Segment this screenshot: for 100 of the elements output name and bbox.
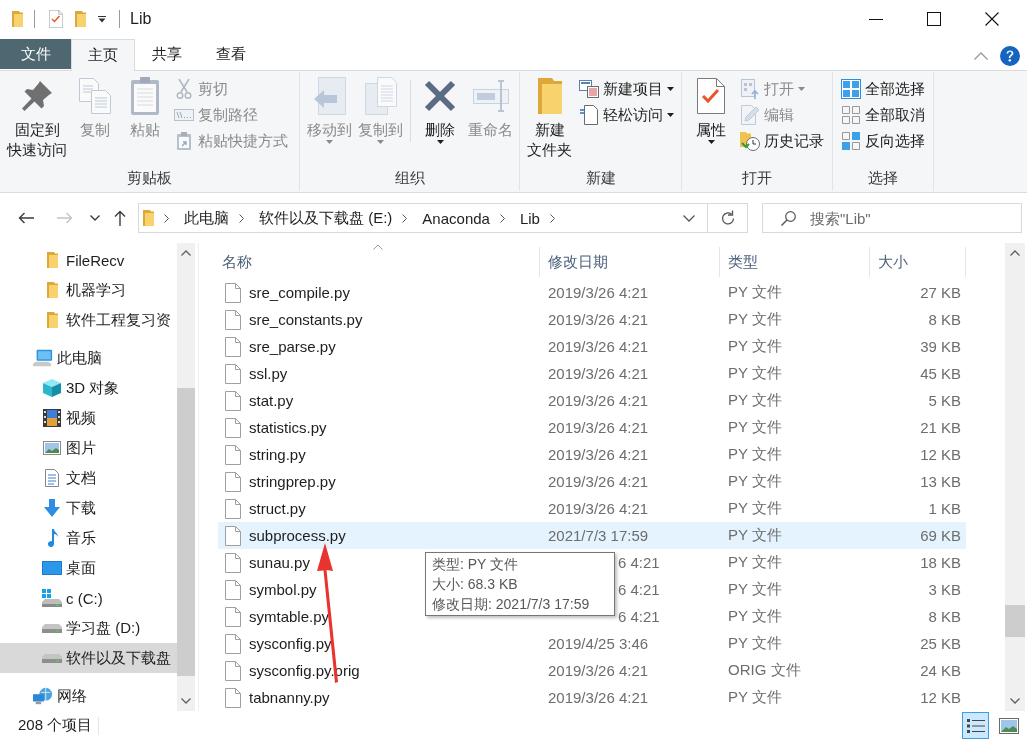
file-type: PY 文件 — [728, 472, 782, 491]
close-icon[interactable] — [985, 12, 999, 26]
ribbon-tab[interactable]: 文件 — [0, 39, 71, 69]
file-type: PY 文件 — [728, 391, 782, 410]
ribbon-button[interactable]: 固定到 快速访问 — [4, 72, 70, 160]
ribbon-tab[interactable]: 查看 — [199, 39, 263, 69]
chevron-right-icon[interactable] — [499, 213, 505, 223]
sidebar-item[interactable]: 软件工程复习资 — [0, 305, 177, 335]
file-size: 27 KB — [920, 284, 961, 301]
breadcrumb-item[interactable]: Lib — [519, 209, 540, 227]
column-header[interactable]: 名称 — [218, 247, 540, 277]
file-size: 8 KB — [928, 311, 961, 328]
chevron-up-icon[interactable] — [974, 52, 988, 60]
sidebar-item[interactable]: 网络 — [0, 681, 177, 711]
document-check-icon[interactable] — [49, 10, 63, 28]
scroll-down-icon[interactable] — [1010, 698, 1020, 704]
file-name: subprocess.py — [249, 527, 346, 544]
file-size: 3 KB — [928, 581, 961, 598]
ribbon-button[interactable]: 历史记录 — [736, 128, 828, 154]
column-header[interactable]: 类型 — [720, 247, 870, 277]
chevron-right-icon[interactable] — [164, 213, 169, 223]
help-icon[interactable] — [1000, 46, 1020, 66]
grid-mixed-icon — [841, 131, 861, 151]
file-type: PY 文件 — [728, 499, 782, 518]
file-name: stringprep.py — [249, 473, 336, 490]
ribbon-group-label: 组织 — [394, 169, 425, 188]
breadcrumb-item[interactable]: 软件以及下载盘 (E:) — [259, 208, 393, 228]
file-type: PY 文件 — [728, 688, 782, 707]
sidebar-item[interactable]: 桌面 — [0, 553, 177, 583]
chevron-right-icon[interactable] — [239, 213, 244, 223]
tooltip-line: 类型: PY 文件 — [432, 555, 519, 574]
sidebar-item[interactable]: 3D 对象 — [0, 373, 177, 403]
search-input[interactable]: 搜索"Lib" — [810, 205, 1021, 231]
scrollbar-thumb[interactable] — [1005, 605, 1025, 637]
file-name: sre_constants.py — [249, 311, 363, 328]
large-icons-view-icon — [998, 717, 1019, 734]
file-name: struct.py — [249, 500, 306, 517]
sidebar-item[interactable]: FileRecv — [0, 245, 177, 275]
file-type: PY 文件 — [728, 634, 782, 653]
file-icon — [225, 606, 241, 627]
file-name: tabnanny.py — [249, 689, 330, 706]
view-button[interactable] — [962, 712, 989, 739]
sidebar-item[interactable]: 图片 — [0, 433, 177, 463]
sidebar-item[interactable]: 文档 — [0, 463, 177, 493]
chevron-right-icon[interactable] — [402, 213, 408, 223]
cube-icon — [43, 379, 61, 397]
sidebar-item[interactable]: c (C:) — [0, 583, 177, 613]
sidebar-item[interactable]: 下载 — [0, 493, 177, 523]
file-name: symbol.py — [249, 581, 317, 598]
ribbon-button[interactable]: 全部选择 — [837, 76, 929, 102]
chevron-down-icon[interactable] — [683, 214, 695, 222]
sidebar-item[interactable]: 机器学习 — [0, 275, 177, 305]
sidebar-item[interactable]: 音乐 — [0, 523, 177, 553]
search-field[interactable]: 搜索"Lib" — [762, 203, 1022, 233]
path-box-icon — [174, 109, 194, 121]
tooltip-line: 修改日期: 2021/7/3 17:59 — [432, 595, 590, 614]
arrow-left-icon[interactable] — [18, 212, 34, 224]
sidebar-item[interactable]: 此电脑 — [0, 343, 177, 373]
ribbon-button[interactable]: 删除 — [415, 72, 465, 144]
scroll-up-icon[interactable] — [1010, 250, 1020, 256]
ribbon-button[interactable]: 全部取消 — [837, 102, 929, 128]
file-name: ssl.py — [249, 365, 288, 382]
maximize-icon[interactable] — [927, 12, 941, 26]
file-icon — [225, 336, 241, 357]
file-size: 69 KB — [920, 527, 961, 544]
scroll-down-icon[interactable] — [181, 698, 191, 704]
breadcrumb-item[interactable]: 此电脑 — [184, 208, 229, 228]
sidebar-item[interactable]: 软件以及下载盘 — [0, 643, 177, 673]
sidebar-item[interactable]: 学习盘 (D:) — [0, 613, 177, 643]
chevron-down-icon[interactable] — [90, 215, 100, 221]
ribbon-tab[interactable]: 主页 — [71, 39, 135, 71]
address-bar[interactable]: 此电脑 软件以及下载盘 (E:) Anaconda Lib — [138, 203, 708, 233]
column-header[interactable]: 修改日期 — [540, 247, 720, 277]
arrow-down-icon — [44, 499, 60, 517]
sidebar-item[interactable]: 视频 — [0, 403, 177, 433]
minimize-icon[interactable] — [869, 18, 883, 20]
folder-icon — [46, 252, 58, 268]
column-header[interactable]: 大小 — [870, 247, 966, 277]
file-icon — [225, 417, 241, 438]
file-size: 25 KB — [920, 635, 961, 652]
ribbon-button[interactable]: 轻松访问 — [575, 102, 678, 128]
arrow-up-icon[interactable] — [114, 210, 126, 226]
scroll-up-icon[interactable] — [181, 250, 191, 256]
scrollbar-thumb[interactable] — [177, 388, 195, 676]
file-icon — [225, 579, 241, 600]
file-size: 13 KB — [920, 473, 961, 490]
item-count: 208 个项目 — [18, 716, 93, 735]
refresh-icon — [719, 210, 736, 226]
modified-date: 6 4:21 — [618, 554, 660, 571]
ribbon-button[interactable]: 反向选择 — [837, 128, 929, 154]
customize-caret-icon[interactable] — [98, 15, 106, 23]
ribbon-button[interactable]: 新建 文件夹 — [524, 72, 575, 160]
refresh-button[interactable] — [708, 203, 748, 233]
breadcrumb-item[interactable]: Anaconda — [422, 209, 490, 227]
modified-date: 2019/3/26 4:21 — [548, 473, 649, 490]
file-size: 24 KB — [920, 662, 961, 679]
ribbon-button[interactable]: 属性 — [686, 72, 736, 144]
ribbon-tab[interactable]: 共享 — [135, 39, 199, 69]
ribbon-button[interactable]: 新建项目 — [575, 76, 678, 102]
chevron-right-icon[interactable] — [549, 213, 555, 223]
